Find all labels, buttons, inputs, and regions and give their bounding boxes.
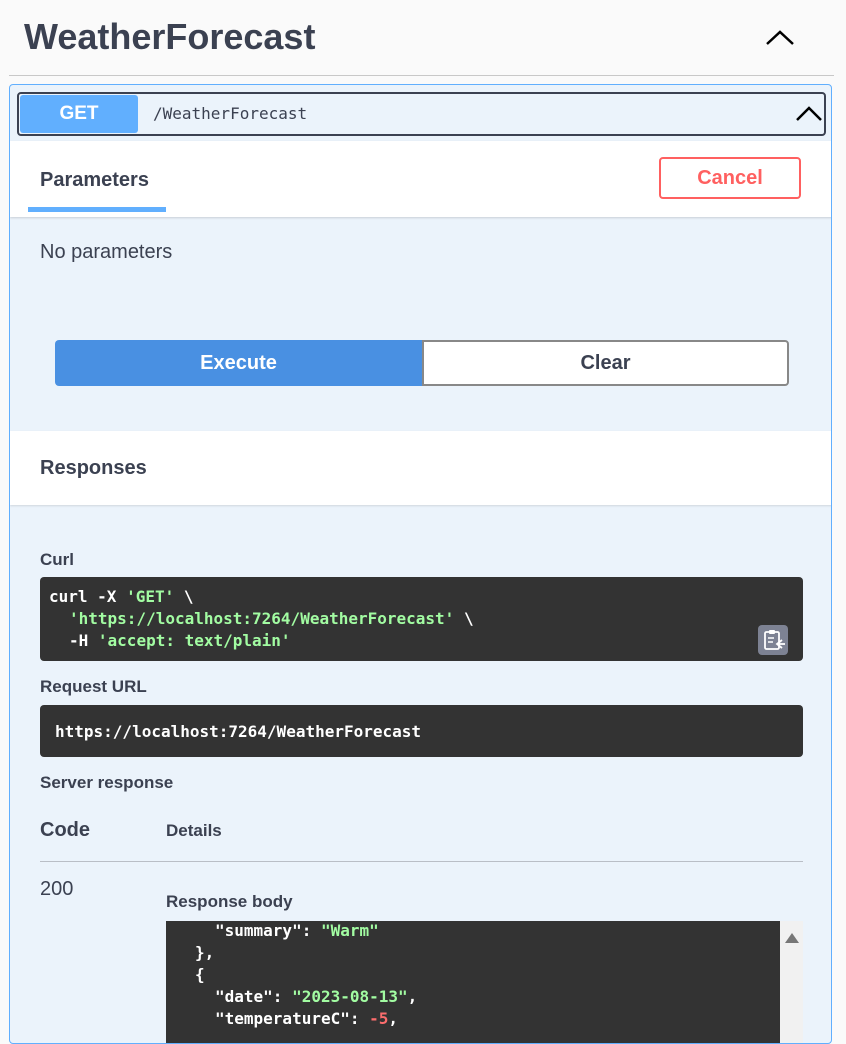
no-parameters-text: No parameters <box>40 241 173 263</box>
parameters-header: Parameters Cancel <box>10 141 831 217</box>
chevron-up-icon[interactable] <box>763 24 797 52</box>
response-code: 200 <box>40 878 74 900</box>
body-line: "date": "2023-08-13", <box>215 987 418 1006</box>
server-response-label: Server response <box>40 773 174 792</box>
body-line: { <box>195 965 205 984</box>
body-line: }, <box>195 943 215 962</box>
curl-line-2: 'https://localhost:7264/WeatherForecast'… <box>69 609 474 628</box>
table-divider <box>40 861 803 862</box>
request-url-value: https://localhost:7264/WeatherForecast <box>55 722 422 741</box>
chevron-up-icon[interactable] <box>795 102 823 126</box>
response-body-label: Response body <box>166 892 293 911</box>
copy-to-clipboard-button[interactable] <box>758 625 788 655</box>
execute-wrapper: Execute Clear <box>55 340 789 386</box>
execute-button[interactable]: Execute <box>55 340 422 386</box>
tag-title: WeatherForecast <box>24 16 316 57</box>
tag-header[interactable]: WeatherForecast <box>0 0 846 76</box>
responses-title: Responses <box>40 457 147 479</box>
response-body[interactable]: "summary": "Warm" }, { "date": "2023-08-… <box>166 921 780 1043</box>
tab-active-indicator <box>28 207 166 212</box>
responses-header: Responses <box>10 431 831 505</box>
body-line: "summary": "Warm" <box>215 921 379 940</box>
curl-label: Curl <box>40 550 74 569</box>
operation-block: GET /WeatherForecast Parameters Cancel N… <box>9 84 832 1044</box>
curl-code-block: curl -X 'GET' \ 'https://localhost:7264/… <box>40 577 803 661</box>
body-line: "temperatureC": -5, <box>215 1009 399 1028</box>
divider <box>9 75 834 76</box>
scroll-up-arrow-icon[interactable] <box>785 933 799 943</box>
clear-button[interactable]: Clear <box>422 340 789 386</box>
operation-path: /WeatherForecast <box>153 104 308 123</box>
curl-line-1: curl -X 'GET' \ <box>49 587 194 606</box>
response-body-scrollbar[interactable] <box>780 921 803 1043</box>
method-badge: GET <box>20 95 138 133</box>
curl-line-3: -H 'accept: text/plain' <box>69 631 291 650</box>
column-header-code: Code <box>40 819 90 841</box>
request-url-label: Request URL <box>40 677 147 696</box>
request-url-block: https://localhost:7264/WeatherForecast <box>40 705 803 757</box>
tab-parameters[interactable]: Parameters <box>40 169 149 192</box>
clipboard-icon <box>764 630 785 650</box>
column-header-details: Details <box>166 821 222 840</box>
cancel-button[interactable]: Cancel <box>659 157 801 199</box>
operation-summary[interactable]: GET /WeatherForecast <box>17 92 826 136</box>
